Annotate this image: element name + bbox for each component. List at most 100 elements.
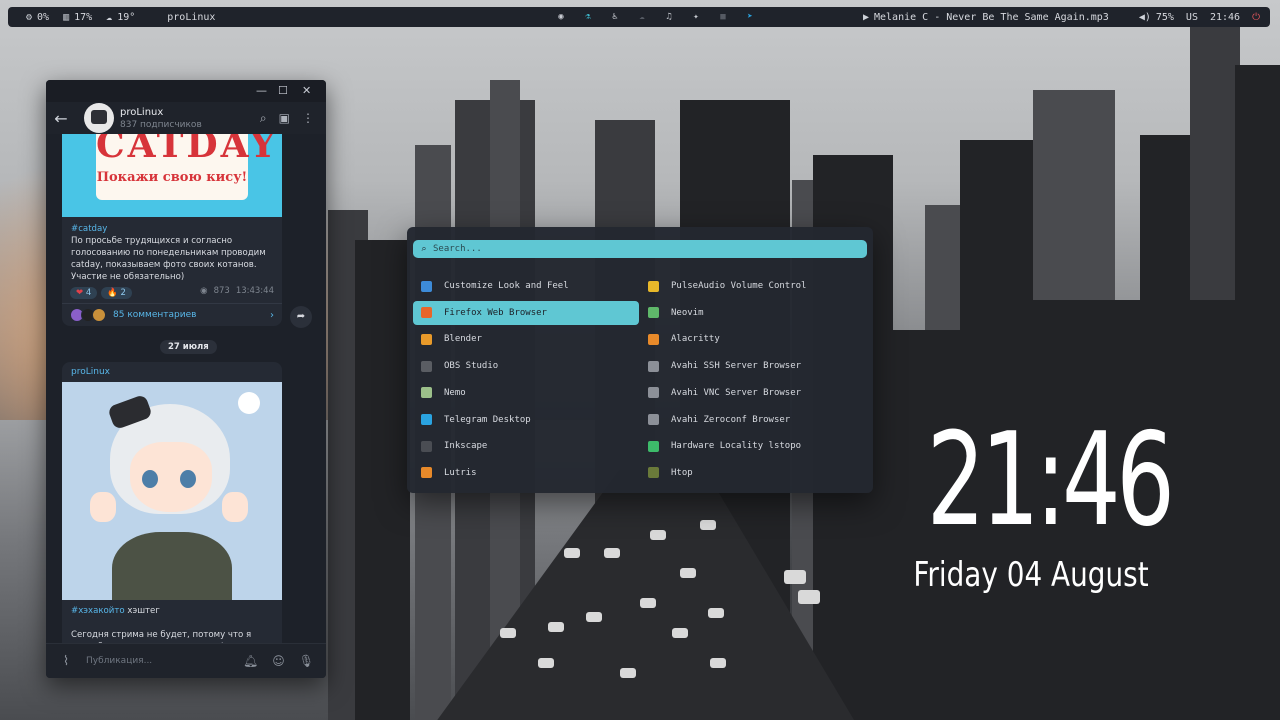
- bell-icon[interactable]: 🔔︎: [243, 654, 258, 668]
- app-item[interactable]: Avahi SSH Server Browser: [640, 354, 866, 378]
- message-composer: ⌇ Публикация... 🔔︎ ☺ 🎙︎: [46, 643, 326, 678]
- share-arrow-icon: ➦: [296, 311, 306, 322]
- accessibility-icon[interactable]: ♿: [610, 12, 620, 22]
- paperclip-icon[interactable]: ⌇: [52, 654, 80, 669]
- comments-count: 85 комментариев: [113, 310, 197, 320]
- launcher-search-input[interactable]: [433, 244, 833, 254]
- window-titlebar[interactable]: — ☐ ✕: [46, 80, 326, 102]
- blender-icon: [421, 333, 432, 345]
- chevron-right-icon: ›: [270, 309, 274, 321]
- more-menu-icon[interactable]: ⋮: [302, 111, 314, 126]
- app-item[interactable]: Nemo: [413, 381, 639, 405]
- app-item[interactable]: Hardware Locality lstopo: [640, 434, 866, 458]
- memory-widget[interactable]: ▥ 17%: [63, 12, 92, 23]
- flask-icon[interactable]: ⚗: [583, 12, 593, 22]
- panel-clock[interactable]: 21:46: [1210, 12, 1240, 23]
- emoji-icon[interactable]: ☺: [272, 654, 285, 668]
- keyboard-layout-text: US: [1185, 11, 1198, 23]
- folder-icon: [421, 387, 432, 399]
- comments-link[interactable]: 85 комментариев ›: [62, 303, 282, 326]
- channel-avatar[interactable]: [84, 103, 114, 133]
- memory-chart-icon: ▥: [63, 11, 70, 23]
- message-input[interactable]: Публикация...: [86, 656, 243, 666]
- app-item[interactable]: Telegram Desktop: [413, 408, 639, 432]
- search-icon[interactable]: ⌕: [260, 111, 267, 126]
- launcher-search-bar[interactable]: ⌕: [413, 240, 867, 258]
- microphone-icon[interactable]: 🎙︎: [299, 654, 314, 668]
- app-item[interactable]: Blender: [413, 327, 639, 351]
- cloud-icon: ☁: [106, 11, 113, 23]
- app-item[interactable]: PulseAudio Volume Control: [640, 274, 866, 298]
- volume-widget[interactable]: ◀) 75%: [1139, 12, 1174, 23]
- message-list[interactable]: CATDAY Покажи свою кису! #catday По прос…: [46, 134, 326, 644]
- app-item[interactable]: Htop: [640, 461, 866, 485]
- active-window-title: proLinux: [167, 12, 215, 23]
- date-separator: 27 июля: [160, 340, 217, 354]
- neovim-icon: [648, 307, 659, 319]
- app-item[interactable]: Lutris: [413, 461, 639, 485]
- app-item-label: Lutris: [444, 467, 477, 478]
- clock-date: Friday 04 August: [913, 555, 1149, 595]
- channel-name[interactable]: proLinux: [120, 107, 202, 118]
- clock-time: 21:46: [926, 406, 1175, 555]
- app-item[interactable]: Customize Look and Feel: [413, 274, 639, 298]
- app-item-label: Customize Look and Feel: [444, 281, 569, 291]
- speaker-icon: ◀): [1138, 11, 1151, 23]
- fire-icon: 🔥: [107, 288, 118, 298]
- weather-widget[interactable]: ☁ 19°: [106, 12, 135, 23]
- app-item-label: PulseAudio Volume Control: [671, 281, 807, 291]
- camera-icon[interactable]: ■: [718, 12, 728, 22]
- power-button[interactable]: ⏻: [1252, 12, 1260, 23]
- post-author[interactable]: proLinux: [62, 362, 282, 382]
- app-item[interactable]: Neovim: [640, 301, 866, 325]
- weather-value: 19°: [117, 11, 136, 23]
- chromium-icon[interactable]: ◉: [556, 12, 566, 22]
- monitor-icon: [648, 360, 659, 372]
- monitor-icon: [648, 387, 659, 399]
- app-item-label: Inkscape: [444, 441, 488, 452]
- now-playing-text: Melanie C - Never Be The Same Again.mp3: [874, 11, 1109, 23]
- inkscape-icon: [421, 440, 432, 452]
- cpu-widget[interactable]: ⚙ 0%: [26, 12, 49, 23]
- minimize-icon[interactable]: —: [256, 85, 267, 96]
- app-item[interactable]: Inkscape: [413, 434, 639, 458]
- app-item[interactable]: Alacritty: [640, 327, 866, 351]
- keyboard-layout[interactable]: US: [1186, 12, 1198, 23]
- app-item-label: Blender: [444, 334, 482, 345]
- anime-girl-image[interactable]: [62, 382, 282, 600]
- app-item-label: Nemo: [444, 387, 466, 398]
- media-player-widget[interactable]: ▶ Melanie C - Never Be The Same Again.mp…: [863, 12, 1109, 23]
- back-arrow-icon[interactable]: ←: [46, 109, 76, 128]
- view-count: 873: [213, 286, 230, 296]
- search-icon: ⌕: [421, 244, 427, 254]
- play-icon[interactable]: ▶: [863, 12, 869, 23]
- post-hashtag[interactable]: #хэхакойто: [71, 606, 125, 616]
- reaction-fire[interactable]: 🔥 2: [101, 287, 132, 299]
- app-item[interactable]: Avahi VNC Server Browser: [640, 381, 866, 405]
- live-stream-icon[interactable]: ▣: [279, 111, 290, 126]
- channel-post[interactable]: CATDAY Покажи свою кису! #catday По прос…: [62, 134, 282, 326]
- app-launcher: ⌕ Customize Look and Feel Firefox Web Bro…: [407, 227, 873, 493]
- memory-value: 17%: [74, 11, 93, 23]
- reaction-heart[interactable]: ❤ 4: [70, 287, 98, 299]
- subscriber-count: 837 подписчиков: [120, 119, 202, 130]
- post-hashtag-suffix: хэштег: [124, 606, 160, 616]
- cloud-tray-icon[interactable]: ☁: [637, 12, 647, 22]
- app-item[interactable]: Firefox Web Browser: [413, 300, 639, 325]
- panel-clock-text: 21:46: [1209, 11, 1241, 23]
- channel-post[interactable]: proLinux #хэхакойто хэштег Сегодня стрим…: [62, 362, 282, 644]
- share-button[interactable]: ➦: [290, 306, 312, 328]
- close-icon[interactable]: ✕: [302, 85, 311, 96]
- post-hashtag[interactable]: #catday: [71, 223, 273, 235]
- app-item-label: Telegram Desktop: [444, 414, 531, 425]
- monitor-icon: [648, 414, 659, 425]
- app-item[interactable]: Avahi Zeroconf Browser: [640, 408, 866, 432]
- catday-image[interactable]: CATDAY Покажи свою кису!: [62, 134, 282, 217]
- post-text: По просьбе трудящихся и согласно голосов…: [71, 236, 266, 282]
- gamepad-icon[interactable]: ✦: [691, 12, 701, 22]
- maximize-icon[interactable]: ☐: [278, 85, 288, 96]
- telegram-icon[interactable]: ➤: [745, 12, 755, 22]
- post-text: Сегодня стрима не будет, потому что я за…: [71, 630, 252, 644]
- app-item[interactable]: OBS Studio: [413, 354, 639, 378]
- headphones-icon[interactable]: ♫: [664, 12, 674, 22]
